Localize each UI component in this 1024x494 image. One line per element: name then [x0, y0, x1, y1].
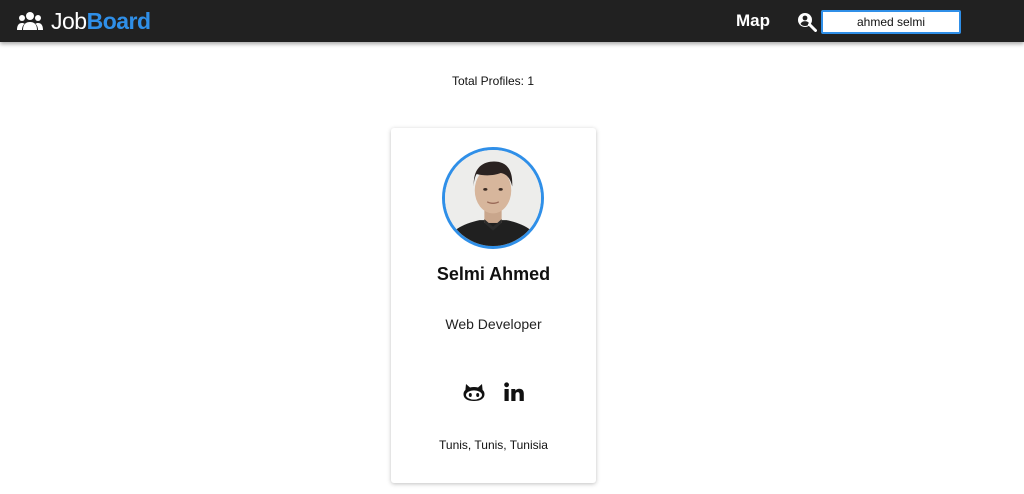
brand-name-part2: Board [86, 8, 151, 34]
profile-photo [445, 150, 541, 246]
profile-card[interactable]: Selmi Ahmed Web Developer Tunis, Tunis, … [391, 128, 596, 483]
profile-title: Web Developer [445, 316, 542, 332]
profile-location: Tunis, Tunis, Tunisia [439, 438, 548, 452]
people-icon [17, 12, 43, 30]
linkedin-icon [503, 382, 524, 401]
search-person-icon [798, 13, 817, 32]
brand-name: JobBoard [51, 0, 151, 42]
brand-name-part1: Job [51, 8, 87, 34]
search-input[interactable] [821, 10, 961, 34]
avatar [442, 147, 544, 249]
nav-link-map[interactable]: Map [736, 0, 770, 42]
github-icon [463, 384, 484, 401]
profile-name: Selmi Ahmed [436, 264, 551, 284]
github-link[interactable] [462, 380, 486, 404]
brand-logo-link[interactable]: JobBoard [17, 0, 151, 42]
social-links [391, 380, 596, 404]
total-profiles-count: Total Profiles: 1 [451, 74, 535, 88]
top-navbar: JobBoard Map [0, 0, 1024, 42]
linkedin-link[interactable] [502, 380, 526, 404]
